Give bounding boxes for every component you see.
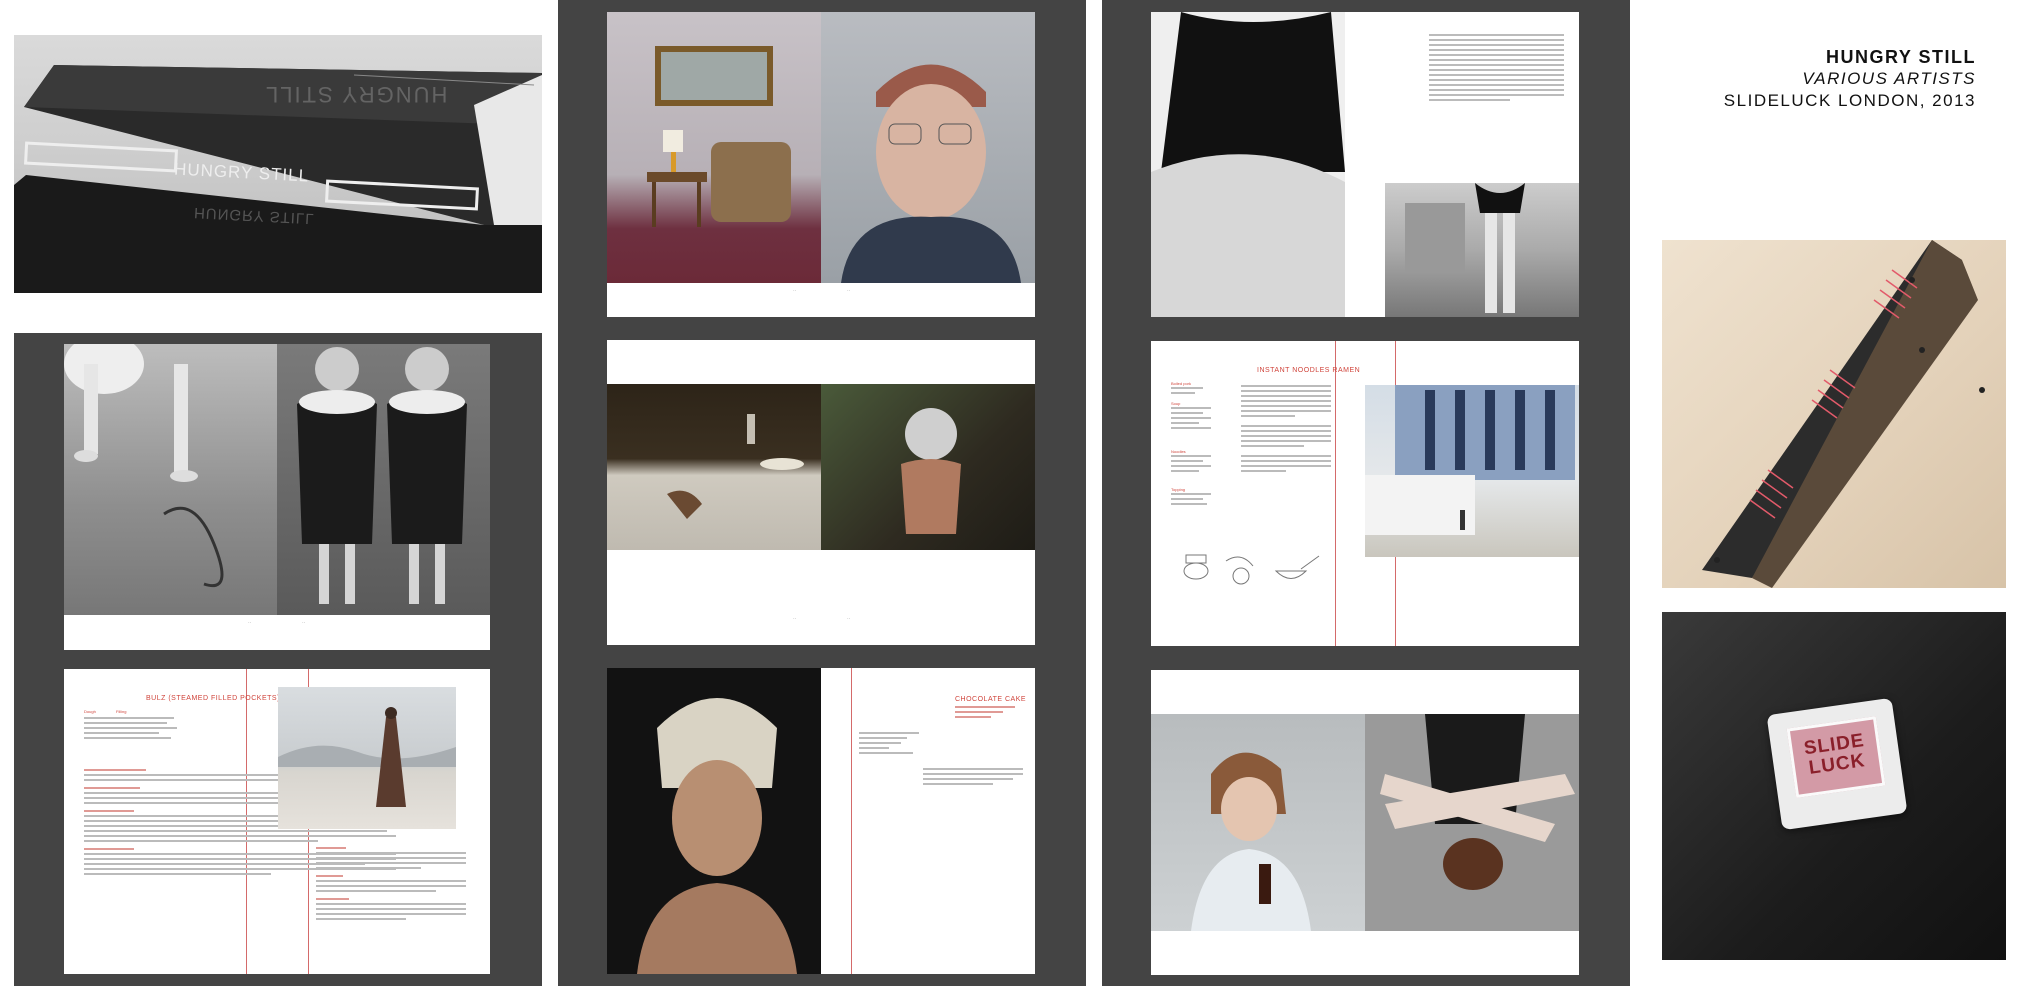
ramen-section-3: Noodles — [1171, 449, 1186, 454]
photo-masked-figure — [821, 384, 1035, 550]
photo-girl-drinking — [1151, 714, 1365, 931]
book-subtitle: VARIOUS ARTISTS — [1802, 69, 1976, 88]
spread-ramen-recipe: INSTANT NOODLES RAMEN Boiled pork Soup N… — [1151, 341, 1579, 646]
photo-table-still-life — [607, 384, 821, 550]
bulz-ingredients — [84, 717, 234, 742]
spread-bulz-recipe: BULZ (STEAMED FILLED POCKETS) Dough Fill… — [64, 669, 490, 974]
chocolate-method-text — [923, 768, 1023, 788]
photo-girl-arms-crossed — [1365, 714, 1579, 931]
ramen-method-text — [1241, 385, 1331, 475]
bulz-recipe-title: BULZ (STEAMED FILLED POCKETS) — [146, 695, 280, 702]
ramen-recipe-title: INSTANT NOODLES RAMEN — [1257, 367, 1361, 374]
photo-legs — [64, 344, 277, 615]
ramen-utensils-drawing — [1183, 554, 1320, 585]
bulz-filling-label: Filling — [116, 709, 127, 714]
slideluck-sticker: SLIDE LUCK — [1766, 697, 1908, 831]
spread-girls — [1151, 670, 1579, 975]
photo-street-building — [1365, 385, 1579, 557]
spread-figures — [1151, 12, 1579, 317]
photo-twins — [277, 344, 490, 615]
book-top-title: HUNGRY STILL — [264, 82, 448, 107]
chocolate-intro-text — [955, 706, 1015, 721]
book-cover-photo: HUNGRY STILL HUNGRY STILL HUNGRY STILL — [14, 35, 542, 293]
spread-chocolate-cake: CHOCOLATE CAKE — [607, 668, 1035, 974]
photo-desert-figure — [278, 687, 456, 829]
book-event: SLIDELUCK LONDON, 2013 — [1723, 91, 1976, 110]
book-title: HUNGRY STILL — [1825, 47, 1976, 67]
ramen-section-2: Soup — [1171, 401, 1181, 406]
figures-essay-text — [1429, 34, 1564, 104]
ramen-section-4: Topping — [1171, 487, 1186, 492]
photo-back-hair — [1151, 12, 1345, 317]
ramen-section-1: Boiled pork — [1171, 381, 1192, 386]
photo-headscarf-portrait — [607, 668, 821, 974]
photo-stitched-spine — [1662, 240, 2006, 588]
photo-slideluck-sticker: SLIDE LUCK — [1662, 612, 2006, 960]
bulz-method-text-right — [316, 847, 466, 923]
chocolate-ingredients — [859, 732, 919, 757]
photo-building-legs — [1385, 183, 1579, 317]
chocolate-recipe-title: CHOCOLATE CAKE — [955, 696, 1027, 703]
photo-interior-armchair — [607, 12, 821, 283]
spread-old-man: ·· ·· — [607, 12, 1035, 317]
bulz-dough-label: Dough — [84, 709, 96, 714]
title-block: HUNGRY STILL VARIOUS ARTISTS SLIDELUCK L… — [1640, 46, 1976, 112]
photo-old-man-portrait — [821, 12, 1035, 283]
spread-twins: ·· ·· — [64, 344, 490, 650]
spread-still-life: ·· ·· — [607, 340, 1035, 645]
